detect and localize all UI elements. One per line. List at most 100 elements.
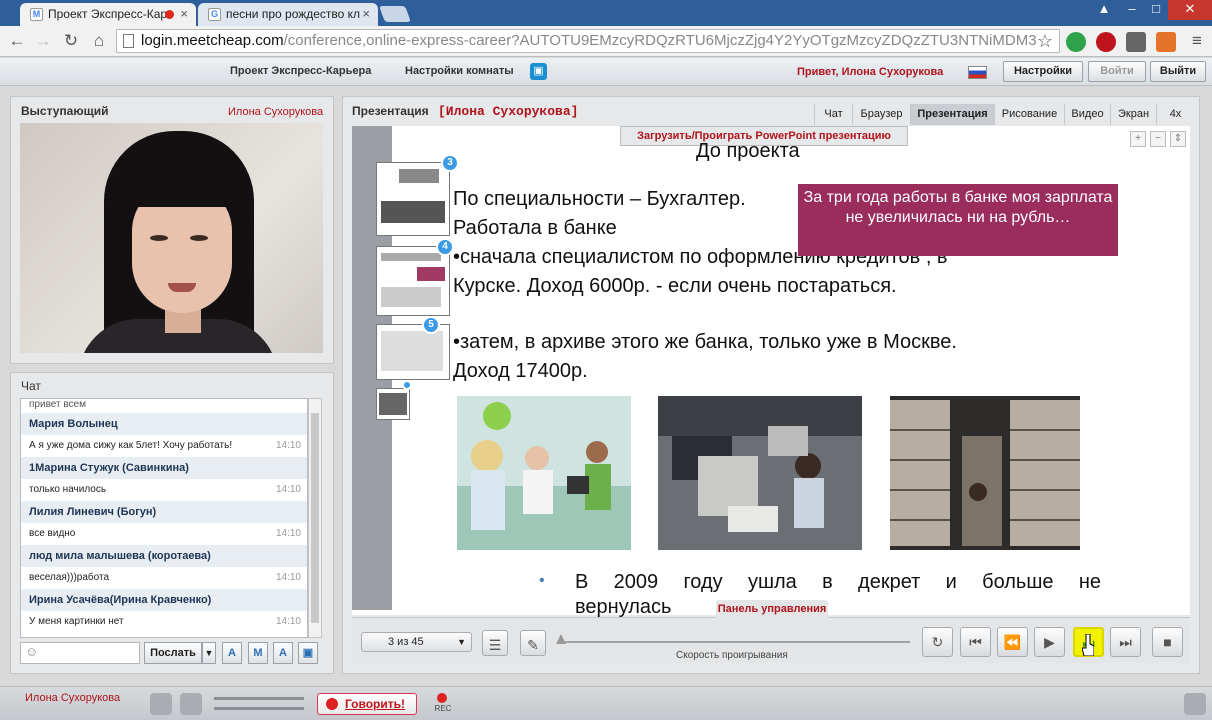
webcam-video [20,123,323,353]
control-panel-label[interactable]: Панель управления [716,600,828,618]
lock-icon[interactable]: ▣ [530,63,547,80]
pen-icon[interactable]: ✎ [520,630,546,656]
slide-line: Работала в банке [453,217,617,239]
camera-icon[interactable] [180,693,202,715]
clear-icon[interactable]: M [248,642,268,664]
reload-icon[interactable]: ↻ [60,31,82,51]
share-icon[interactable] [1184,693,1206,715]
speaker-name: Илона Сухорукова [228,106,324,118]
russian-flag-icon[interactable] [968,66,987,79]
back-icon[interactable]: ← [6,31,28,51]
puzzle-icon[interactable] [1126,32,1146,52]
forward-icon[interactable]: → [32,31,54,51]
close-window-icon[interactable]: ✕ [1168,0,1212,20]
user-icon[interactable]: ▲ [1090,0,1118,20]
slide-list-icon[interactable]: ☰ [482,630,508,656]
fit-icon[interactable]: ⇕ [1170,131,1186,147]
chat-user: Ирина Усачёва(Ирина Кравченко) [21,589,307,611]
tab-google[interactable]: G песни про рождество кл × [198,3,378,26]
tab-conference[interactable]: M Проект Экспресс-Карь × [20,3,196,26]
chat-time: 14:10 [275,484,301,495]
speak-label: Говорить! [344,697,406,711]
rewind-icon[interactable]: ⏪ [997,627,1028,657]
tab-presentation[interactable]: Презентация [910,104,994,125]
speak-button[interactable]: Говорить! [317,693,417,715]
scrollbar-thumb[interactable] [311,413,319,623]
office-photo-bank [457,396,631,550]
chat-message: У меня картинки нет 14:10 [21,611,307,633]
last-slide-icon[interactable]: ⏭ [1110,627,1141,657]
font-color-icon[interactable]: A [222,642,242,664]
logout-button[interactable]: Выйти [1150,61,1206,82]
text-size-icon[interactable]: A [273,642,293,664]
adblock-icon[interactable] [1096,32,1116,52]
archive-photo [890,396,1080,550]
greeting-text: Привет, Илона Сухорукова [797,66,944,78]
close-tab-icon[interactable]: × [180,6,188,21]
zoom-in-icon[interactable]: + [1130,131,1146,147]
url-path: /conference,online-express-career?AUTOTU… [283,32,1037,49]
login-button[interactable]: Войти [1088,61,1146,82]
save-chat-icon[interactable]: ▣ [298,642,318,664]
tab-screen[interactable]: Экран [1110,104,1156,125]
maximize-icon[interactable]: □ [1142,0,1170,20]
slide-line: По специальности – Бухгалтер. [453,188,746,210]
browser-tab-strip: M Проект Экспресс-Карь × G песни про рож… [0,0,1212,26]
record-button[interactable]: REC [432,691,454,717]
page-select[interactable]: 3 из 45 ▼ [361,632,472,652]
extension-orange-icon[interactable] [1156,32,1176,52]
tab-4x[interactable]: 4х [1156,104,1194,125]
slide-number-badge: 6 [402,380,412,390]
chat-message: А я уже дома сижу как 5лет! Хочу работат… [21,435,307,457]
settings-button[interactable]: Настройки [1003,61,1083,82]
tab-browser[interactable]: Браузер [852,104,910,125]
tab-drawing[interactable]: Рисование [994,104,1064,125]
play-icon[interactable]: ▶ [1034,627,1065,657]
project-link[interactable]: Проект Экспресс-Карьера [230,65,371,77]
url-input[interactable]: login.meetcheap.com/conference,online-ex… [116,29,1060,53]
zoom-out-icon[interactable]: − [1150,131,1166,147]
microphone-icon[interactable] [150,693,172,715]
slide-line: Курске. Доход 6000р. - если очень постар… [453,275,897,297]
slide-bullet: В 2009 году ушла в декрет и больше не [575,571,1101,593]
volume-slider[interactable] [214,697,304,700]
first-slide-icon[interactable]: ⏮ [960,627,991,657]
chat-time: 14:10 [275,440,301,451]
slide-thumbnail[interactable] [376,388,410,420]
bullet-dot-icon: • [539,572,545,589]
menu-icon[interactable]: ≡ [1186,31,1208,51]
tab-chat[interactable]: Чат [814,104,852,125]
smiley-icon[interactable]: ☺ [25,644,38,659]
slider-handle-icon[interactable] [556,634,566,644]
mic-slider[interactable] [214,707,304,710]
chat-message-text: А я уже дома сижу как 5лет! Хочу работат… [29,440,233,451]
chat-scrollbar[interactable] [308,398,322,638]
hand-cursor-icon [1082,634,1094,656]
extension-green-icon[interactable] [1066,32,1086,52]
new-tab-button[interactable] [379,6,411,22]
chat-message-text: все видно [29,528,76,539]
slide-thumbnail[interactable] [376,324,450,380]
close-tab-icon[interactable]: × [362,6,370,21]
meetcheap-favicon-icon: M [30,8,43,21]
reload-slide-icon[interactable]: ↻ [922,627,953,657]
room-settings-link[interactable]: Настройки комнаты [405,65,514,77]
chat-message-text: только начилось [29,484,107,495]
speed-slider[interactable] [560,641,910,643]
speaker-head-icon [326,698,338,710]
chat-time: 14:10 [275,528,301,539]
slide-thumbnail[interactable] [376,162,450,236]
stop-icon[interactable]: ■ [1152,627,1183,657]
send-options-icon[interactable]: ▼ [202,642,216,664]
chevron-down-icon: ▼ [457,637,466,647]
chat-input[interactable]: ☺ [20,642,140,664]
send-button[interactable]: Послать [144,642,202,664]
presentation-title: Презентация [352,104,429,118]
footer-bar: Илона Сухорукова Говорить! REC [0,686,1212,720]
home-icon[interactable]: ⌂ [88,31,110,51]
slide-thumbnail[interactable] [376,246,450,316]
chat-user-name: люд мила малышева (коротаева) [29,550,211,562]
bookmark-star-icon[interactable]: ☆ [1034,31,1056,51]
tab-video[interactable]: Видео [1064,104,1110,125]
chat-user: Лилия Линевич (Богун) [21,501,307,523]
